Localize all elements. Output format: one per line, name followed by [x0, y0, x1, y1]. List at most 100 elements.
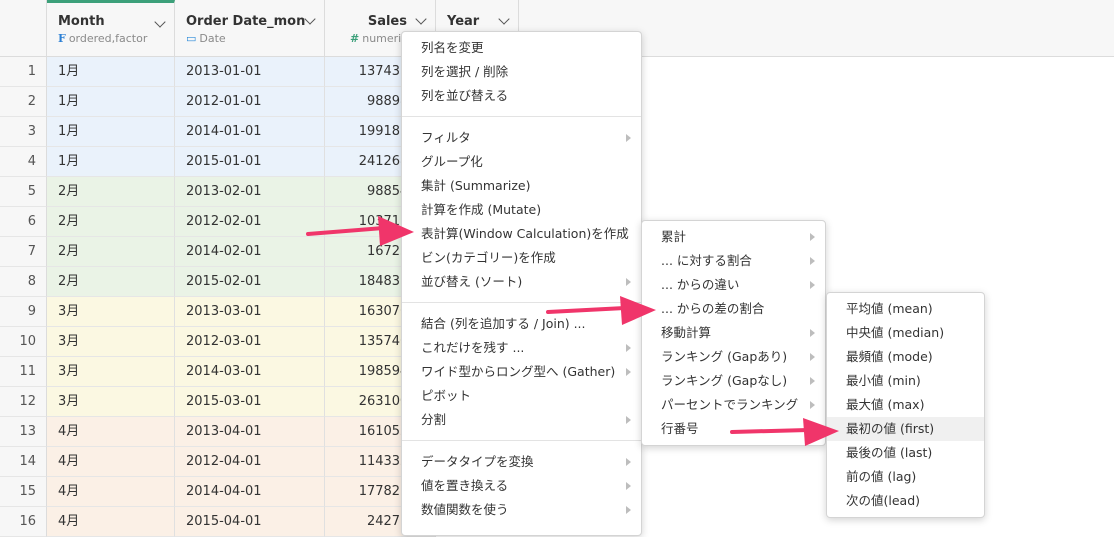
context-menu-item[interactable]: フィルタ: [402, 126, 641, 150]
cell-order-date[interactable]: 2014-04-01: [175, 477, 325, 507]
cell-month[interactable]: 4月: [47, 447, 175, 477]
menu-item-label: 列を並び替える: [421, 88, 509, 103]
window-calc-menu-item[interactable]: ランキング (Gapあり): [642, 345, 825, 369]
context-menu-item[interactable]: グループ化: [402, 150, 641, 174]
aggregate-menu-item[interactable]: 最頻値 (mode): [827, 345, 984, 369]
menu-item-label: 列名を変更: [421, 40, 484, 55]
menu-item-label: ... からの違い: [661, 277, 740, 292]
menu-item-label: 列を選択 / 削除: [421, 64, 509, 79]
cell-month[interactable]: 3月: [47, 297, 175, 327]
cell-month[interactable]: 3月: [47, 357, 175, 387]
cell-month[interactable]: 4月: [47, 507, 175, 537]
cell-month[interactable]: 4月: [47, 477, 175, 507]
context-menu-item[interactable]: ピボット: [402, 384, 641, 408]
context-menu-item[interactable]: データタイプを変換: [402, 450, 641, 474]
window-calc-menu-item[interactable]: ... からの違い: [642, 273, 825, 297]
cell-month[interactable]: 4月: [47, 417, 175, 447]
cell-month[interactable]: 1月: [47, 117, 175, 147]
window-calc-menu-item[interactable]: 累計: [642, 225, 825, 249]
menu-item-label: 値を置き換える: [421, 478, 509, 493]
row-number: 11: [0, 357, 47, 387]
context-menu-item[interactable]: 数値関数を使う: [402, 498, 641, 522]
column-name: Year: [447, 14, 480, 29]
cell-month[interactable]: 1月: [47, 147, 175, 177]
aggregate-menu-item[interactable]: 最後の値 (last): [827, 441, 984, 465]
window-calc-menu-item[interactable]: 行番号: [642, 417, 825, 441]
menu-item-label: 最後の値 (last): [846, 445, 933, 460]
cell-order-date[interactable]: 2014-03-01: [175, 357, 325, 387]
window-calc-menu-item[interactable]: 移動計算: [642, 321, 825, 345]
context-menu-item[interactable]: 列を選択 / 削除: [402, 60, 641, 84]
cell-month[interactable]: 3月: [47, 387, 175, 417]
menu-item-label: 最小値 (min): [846, 373, 921, 388]
row-number: 3: [0, 117, 47, 147]
menu-item-label: 結合 (列を追加する / Join) ...: [421, 316, 586, 331]
calendar-icon: ▭: [186, 32, 197, 45]
context-menu-item[interactable]: 並び替え (ソート): [402, 270, 641, 294]
context-menu-item[interactable]: 集計 (Summarize): [402, 174, 641, 198]
context-menu-item[interactable]: 表計算(Window Calculation)を作成: [402, 222, 641, 246]
cell-month[interactable]: 1月: [47, 87, 175, 117]
context-menu-item[interactable]: これだけを残す ...: [402, 336, 641, 360]
context-menu-item[interactable]: 列を並び替える: [402, 84, 641, 108]
cell-month[interactable]: 1月: [47, 57, 175, 87]
aggregate-menu-item[interactable]: 前の値 (lag): [827, 465, 984, 489]
cell-order-date[interactable]: 2015-04-01: [175, 507, 325, 537]
context-menu-item[interactable]: 結合 (列を追加する / Join) ...: [402, 312, 641, 336]
cell-month[interactable]: 2月: [47, 177, 175, 207]
menu-item-label: 並び替え (ソート): [421, 274, 523, 289]
row-number: 15: [0, 477, 47, 507]
submenu-arrow-icon: [810, 377, 815, 385]
window-calc-menu-item[interactable]: ... からの差の割合: [642, 297, 825, 321]
context-menu-item[interactable]: 分割: [402, 408, 641, 432]
cell-order-date[interactable]: 2014-02-01: [175, 237, 325, 267]
menu-item-label: グループ化: [421, 154, 483, 169]
cell-order-date[interactable]: 2013-02-01: [175, 177, 325, 207]
cell-order-date[interactable]: 2013-03-01: [175, 297, 325, 327]
context-menu-item[interactable]: 値を置き換える: [402, 474, 641, 498]
aggregate-menu-item[interactable]: 平均値 (mean): [827, 297, 984, 321]
menu-separator: [402, 302, 641, 303]
cell-month[interactable]: 2月: [47, 237, 175, 267]
cell-order-date[interactable]: 2013-04-01: [175, 417, 325, 447]
aggregate-menu-item[interactable]: 次の値(lead): [827, 489, 984, 513]
cell-order-date[interactable]: 2013-01-01: [175, 57, 325, 87]
submenu-arrow-icon: [626, 134, 631, 142]
aggregate-menu-item[interactable]: 最初の値 (first): [827, 417, 984, 441]
cell-order-date[interactable]: 2012-03-01: [175, 327, 325, 357]
aggregate-menu-item[interactable]: 最大値 (max): [827, 393, 984, 417]
row-number: 4: [0, 147, 47, 177]
cell-order-date[interactable]: 2012-04-01: [175, 447, 325, 477]
submenu-arrow-icon: [810, 353, 815, 361]
context-menu-item[interactable]: ワイド型からロング型へ (Gather): [402, 360, 641, 384]
cell-order-date[interactable]: 2012-02-01: [175, 207, 325, 237]
cell-month[interactable]: 2月: [47, 207, 175, 237]
column-type: Fordered,factor: [58, 32, 148, 45]
cell-month[interactable]: 2月: [47, 267, 175, 297]
menu-item-label: 最大値 (max): [846, 397, 925, 412]
submenu-arrow-icon: [626, 344, 631, 352]
cell-month[interactable]: 3月: [47, 327, 175, 357]
context-menu-item[interactable]: ビン(カテゴリー)を作成: [402, 246, 641, 270]
window-calc-menu-item[interactable]: パーセントでランキング: [642, 393, 825, 417]
cell-order-date[interactable]: 2015-02-01: [175, 267, 325, 297]
cell-order-date[interactable]: 2012-01-01: [175, 87, 325, 117]
factor-icon: F: [58, 32, 66, 45]
window-calc-menu-item[interactable]: ... に対する割合: [642, 249, 825, 273]
column-header-month[interactable]: Month Fordered,factor: [47, 0, 175, 56]
window-calc-menu-item[interactable]: ランキング (Gapなし): [642, 369, 825, 393]
menu-item-label: 最初の値 (first): [846, 421, 935, 436]
context-menu-item[interactable]: 計算を作成 (Mutate): [402, 198, 641, 222]
cell-order-date[interactable]: 2015-01-01: [175, 147, 325, 177]
menu-item-label: ... に対する割合: [661, 253, 752, 268]
column-name: Month: [58, 14, 105, 29]
aggregate-menu-item[interactable]: 中央値 (median): [827, 321, 984, 345]
cell-order-date[interactable]: 2015-03-01: [175, 387, 325, 417]
column-header-order-date[interactable]: Order Date_mon ▭ Date: [175, 0, 325, 56]
menu-separator: [402, 440, 641, 441]
menu-item-label: パーセントでランキング: [661, 397, 799, 412]
cell-order-date[interactable]: 2014-01-01: [175, 117, 325, 147]
aggregate-menu-item[interactable]: 最小値 (min): [827, 369, 984, 393]
context-menu-item[interactable]: 列名を変更: [402, 36, 641, 60]
submenu-arrow-icon: [626, 278, 631, 286]
